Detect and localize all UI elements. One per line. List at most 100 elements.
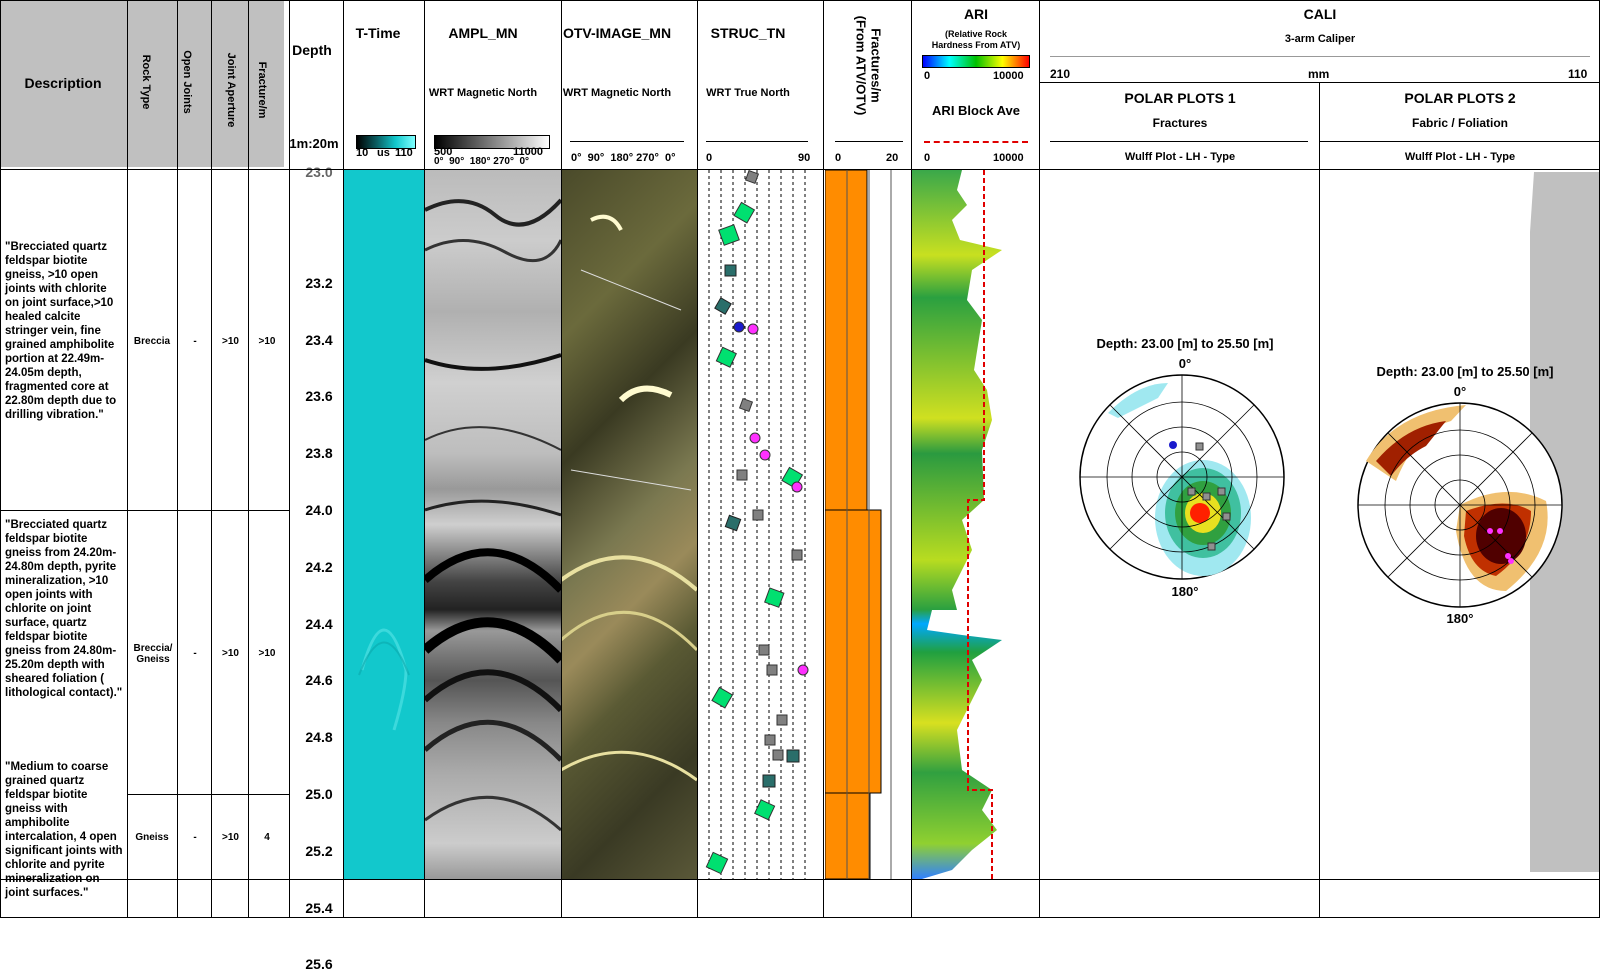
interval-2-description: "Brecciated quartz feldspar biotite gnei… xyxy=(5,519,123,699)
polar1-header: POLAR PLOTS 1 xyxy=(1124,90,1236,106)
grid-line xyxy=(177,0,178,918)
grid-line xyxy=(289,0,290,918)
interval-2-fracture-m: >10 xyxy=(258,648,276,659)
interval-3-rock-type: Gneiss xyxy=(135,832,169,843)
depth-tick-label: 25.4 xyxy=(305,899,333,916)
interval-1-rock-type: Breccia xyxy=(133,336,171,347)
grid-line xyxy=(697,0,698,918)
polar2-axis-line xyxy=(1320,141,1600,142)
interval-1-description: "Brecciated quartz feldspar biotite gnei… xyxy=(5,241,117,421)
otv-image xyxy=(561,170,697,879)
ttime-scale-min: 10 xyxy=(356,147,369,159)
struc-subtitle: WRT True North xyxy=(706,87,790,99)
polar2-plot xyxy=(1356,401,1564,609)
polar2-depth-label: Depth: 23.00 [m] to 25.50 [m] xyxy=(1376,364,1554,379)
grid-line xyxy=(0,169,1600,170)
depth-header: Depth xyxy=(292,42,332,58)
interval-1-fracture-m: >10 xyxy=(258,336,276,347)
grid-line xyxy=(561,0,562,918)
depth-scale: 1m:20m xyxy=(289,136,339,151)
interval-1-open-joints: - xyxy=(193,336,197,347)
struc-scale-min: 0 xyxy=(706,152,713,164)
ari-subtitle-2: Hardness From ATV) xyxy=(931,40,1021,50)
grid-line xyxy=(1039,0,1040,918)
cali-axis-line xyxy=(1050,56,1590,57)
interval-3-joint-aperture: >10 xyxy=(222,832,239,843)
description-header: Description xyxy=(24,75,102,91)
depth-tick-label: 24.4 xyxy=(305,615,333,632)
ari-scale-max: 10000 xyxy=(993,70,1024,82)
grid-line xyxy=(211,0,212,918)
fractures-track xyxy=(825,170,911,879)
grid-line xyxy=(0,879,1600,880)
open-joints-header: Open Joints xyxy=(181,50,193,114)
fractures-subtitle: (From ATV/OTV) xyxy=(853,15,869,116)
interval-3-fracture-m: 4 xyxy=(264,832,270,843)
ttime-image xyxy=(344,170,424,879)
polar2-header: POLAR PLOTS 2 xyxy=(1404,90,1516,106)
fracture-m-header: Fracture/m xyxy=(256,61,268,119)
ari-track xyxy=(912,170,1040,879)
grid-line xyxy=(1039,82,1600,83)
ampl-header: AMPL_MN xyxy=(448,25,518,41)
ari-scale-min: 0 xyxy=(924,70,931,82)
ampl-image xyxy=(425,170,561,879)
polar2-north-label: 0° xyxy=(1453,384,1467,399)
cali-header: CALI xyxy=(1303,6,1337,22)
ttime-scale-unit: us xyxy=(377,147,390,159)
struc-axis-line xyxy=(706,141,808,142)
struc-header: STRUC_TN xyxy=(710,25,786,41)
interval-2-open-joints: - xyxy=(193,648,197,659)
cali-scale-right: 110 xyxy=(1568,67,1588,81)
grid-line xyxy=(911,0,912,918)
cali-subtitle: 3-arm Caliper xyxy=(1284,33,1356,45)
depth-tick-label: 25.2 xyxy=(305,842,333,859)
otv-azimuths: 0° 90° 180° 270° 0° xyxy=(571,152,676,164)
interval-2-rock-type: Breccia/ Gneiss xyxy=(133,643,173,665)
depth-tick-label: 23.0 xyxy=(305,164,333,180)
ttime-header: T-Time xyxy=(355,25,401,41)
ari-block-header: ARI Block Ave xyxy=(932,103,1020,118)
ari-header: ARI xyxy=(963,6,989,22)
grid-line xyxy=(0,0,1600,1)
grid-line xyxy=(343,0,344,918)
ari-colorbar xyxy=(922,55,1030,68)
depth-tick-label: 23.2 xyxy=(305,274,333,291)
polar1-axis-line xyxy=(1050,141,1308,142)
depth-tick-label: 23.8 xyxy=(305,445,333,462)
grid-line xyxy=(127,794,289,795)
otv-axis-line xyxy=(570,141,684,142)
fractures-axis-line xyxy=(835,141,903,142)
ttime-scale-max: 110 xyxy=(395,147,413,159)
depth-tick-label: 24.8 xyxy=(305,729,333,746)
grid-line xyxy=(424,0,425,918)
interval-3-open-joints: - xyxy=(193,832,197,843)
interval-2-joint-aperture: >10 xyxy=(222,648,239,659)
depth-tick-label: 24.2 xyxy=(305,558,333,575)
grid-line xyxy=(248,0,249,918)
depth-tick-label: 25.0 xyxy=(305,786,333,802)
grid-line xyxy=(0,510,289,511)
polar1-south-label: 180° xyxy=(1171,584,1199,599)
otv-subtitle: WRT Magnetic North xyxy=(562,87,672,99)
polar2-plot-type: Wulff Plot - LH - Type xyxy=(1404,151,1516,163)
polar2-subtitle: Fabric / Foliation xyxy=(1411,116,1508,130)
grid-line xyxy=(127,0,128,918)
ari-block-scale-min: 0 xyxy=(924,152,931,164)
polar1-depth-label: Depth: 23.00 [m] to 25.50 [m] xyxy=(1096,336,1274,351)
ari-block-dashline xyxy=(924,141,1028,143)
polar1-plot xyxy=(1078,373,1286,581)
polar1-subtitle: Fractures xyxy=(1152,116,1208,130)
polar1-north-label: 0° xyxy=(1178,356,1192,371)
grid-line xyxy=(823,0,824,918)
cali-scale-unit: mm xyxy=(1308,67,1330,81)
interval-1-joint-aperture: >10 xyxy=(222,336,239,347)
depth-tick-label: 23.4 xyxy=(305,331,333,348)
rock-type-header: Rock Type xyxy=(140,54,152,110)
ari-subtitle-1: (Relative Rock xyxy=(944,29,1008,39)
struc-scale-max: 90 xyxy=(798,152,811,164)
joint-aperture-header: Joint Aperture xyxy=(225,52,237,128)
polar1-plot-type: Wulff Plot - LH - Type xyxy=(1124,151,1236,163)
depth-tick-label: 24.6 xyxy=(305,672,333,689)
depth-tick-label: 25.6 xyxy=(305,956,333,972)
